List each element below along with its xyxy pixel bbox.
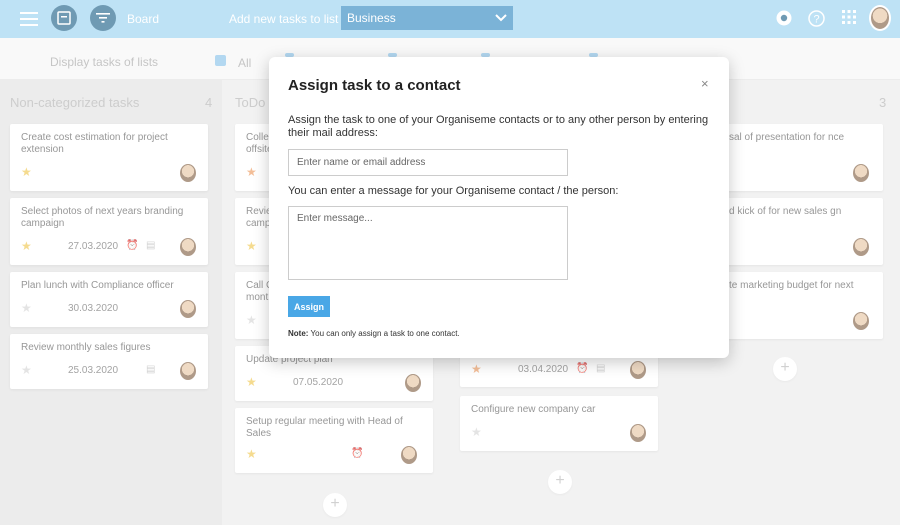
note-label: Note: [288,329,309,338]
modal-note: Note: You can only assign a task to one … [288,329,460,338]
assign-button[interactable]: Assign [288,296,330,317]
message-label: You can enter a message for your Organis… [288,185,619,197]
assign-task-modal: Assign task to a contact × Assign the ta… [269,57,729,358]
modal-description: Assign the task to one of your Organisem… [288,114,709,139]
close-icon[interactable]: × [701,76,709,91]
modal-title: Assign task to a contact [288,77,461,94]
contact-email-input[interactable] [288,149,568,176]
message-textarea[interactable] [288,206,568,280]
note-text: You can only assign a task to one contac… [308,329,460,338]
